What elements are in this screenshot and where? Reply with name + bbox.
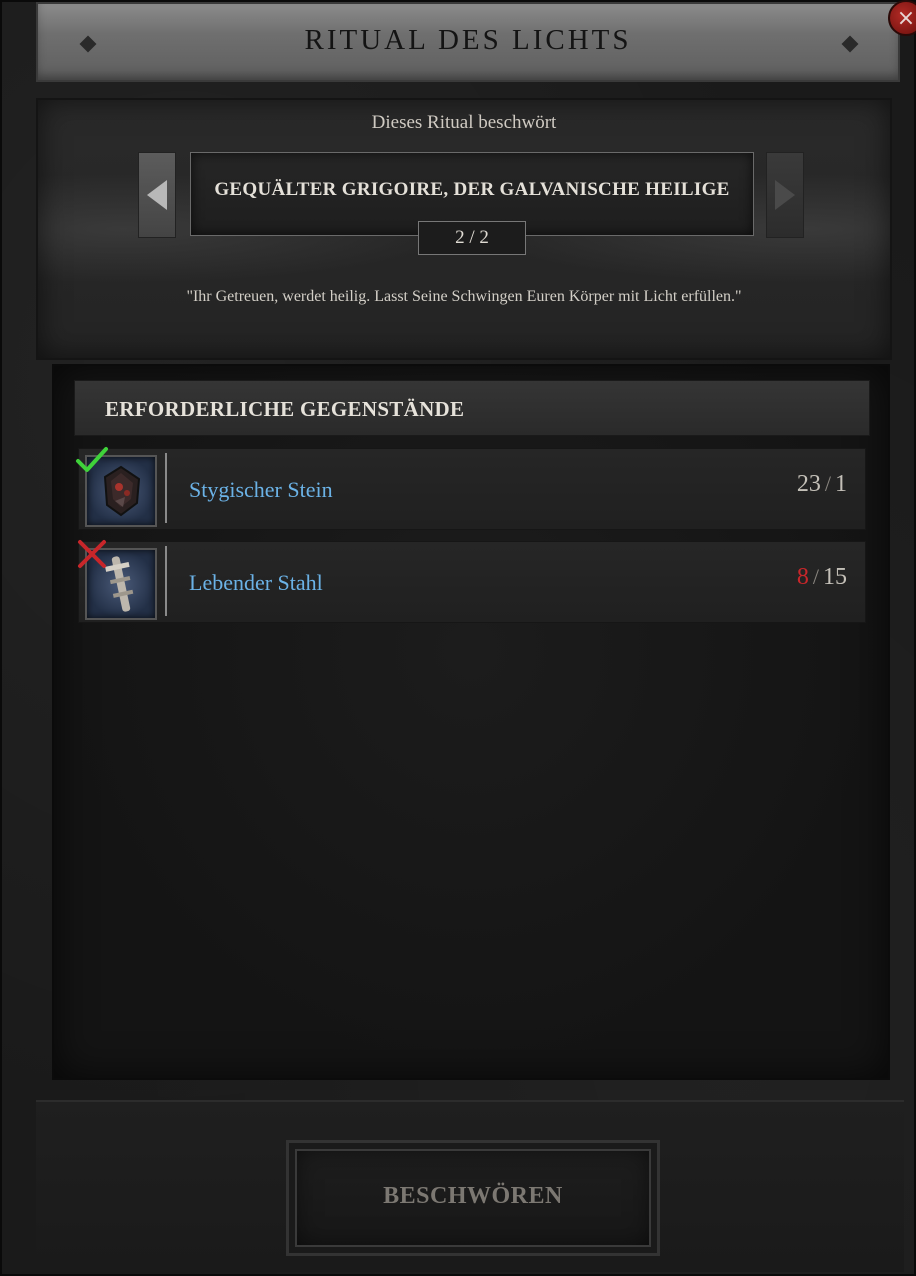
summon-button-label: BESCHWÖREN (383, 1183, 563, 1209)
previous-boss-button[interactable] (138, 152, 176, 238)
boss-name: GEQUÄLTER GRIGOIRE, DER GALVANISCHE HEIL… (214, 179, 730, 200)
footer: BESCHWÖREN (36, 1100, 904, 1272)
check-icon (76, 447, 108, 472)
next-boss-button[interactable] (766, 152, 804, 238)
item-have: 23 (796, 471, 821, 497)
item-divider (165, 453, 173, 523)
list-item[interactable]: Stygischer Stein 23/1 (76, 447, 866, 530)
title-bar: RITUAL DES LICHTS (36, 2, 900, 82)
cross-icon (78, 540, 106, 568)
summon-header: Dieses Ritual beschwört GEQUÄLTER GRIGOI… (36, 98, 892, 360)
item-count: 8/15 (796, 564, 847, 590)
summon-button[interactable]: BESCHWÖREN (286, 1140, 660, 1256)
item-name: Lebender Stahl (189, 570, 323, 595)
close-button[interactable]: × (888, 0, 916, 36)
ritual-window: RITUAL DES LICHTS × Dieses Ritual beschw… (0, 0, 916, 1276)
arrow-right-icon (775, 180, 795, 210)
item-have: 8 (796, 564, 809, 590)
item-count: 23/1 (796, 471, 847, 497)
section-title: ERFORDERLICHE GEGENSTÄNDE (105, 397, 465, 421)
window-title: RITUAL DES LICHTS (304, 24, 632, 56)
list-item[interactable]: Lebender Stahl 8/15 (78, 540, 866, 623)
arrow-left-icon (147, 180, 167, 210)
item-name: Stygischer Stein (189, 477, 333, 502)
requirements-panel: ERFORDERLICHE GEGENSTÄNDE Stygischer Ste… (52, 364, 890, 1080)
boss-quote: "Ihr Getreuen, werdet heilig. Lasst Sein… (186, 288, 742, 305)
close-icon: × (896, 5, 916, 31)
item-need: 15 (823, 564, 847, 590)
item-divider (165, 546, 173, 616)
page-indicator: 2 / 2 (418, 221, 526, 255)
summon-subtitle: Dieses Ritual beschwört (371, 112, 557, 133)
item-need: 1 (835, 471, 847, 497)
section-header: ERFORDERLICHE GEGENSTÄNDE (74, 380, 870, 436)
